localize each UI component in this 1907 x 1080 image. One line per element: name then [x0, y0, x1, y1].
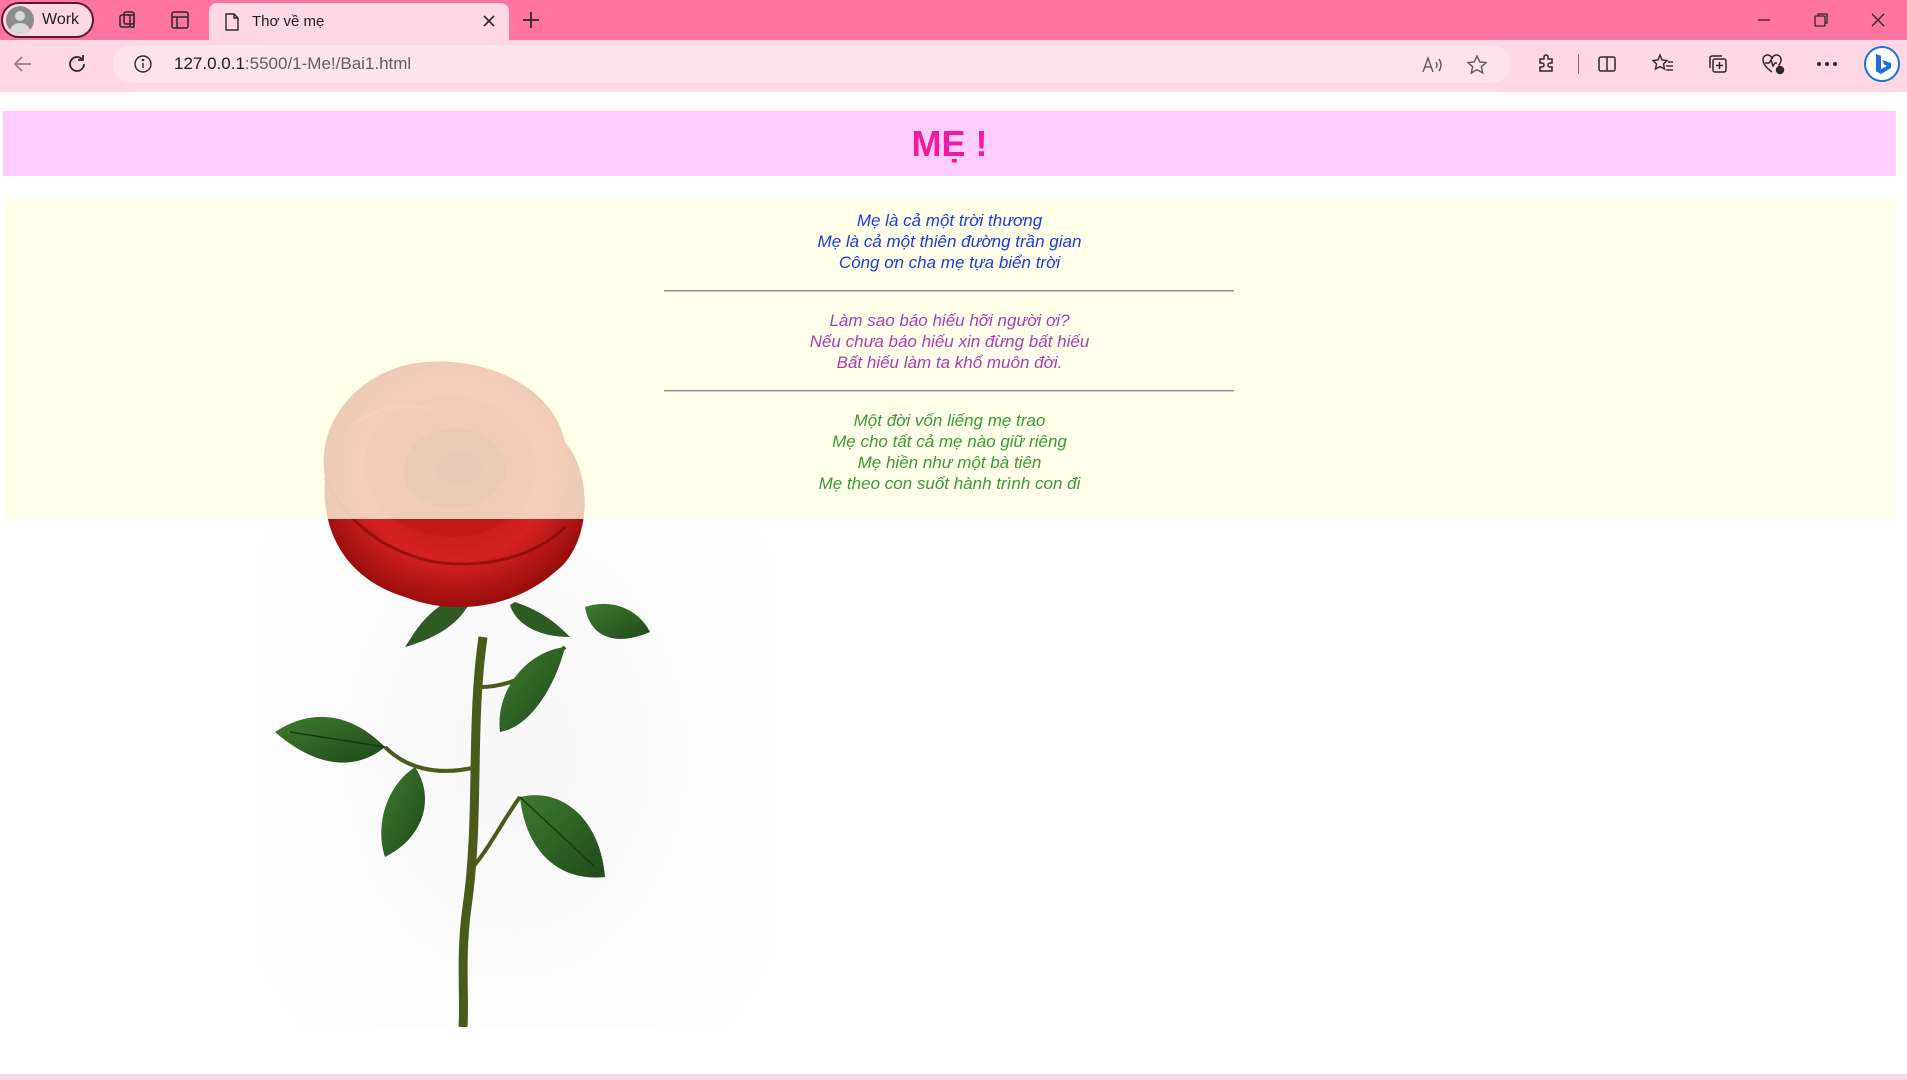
- read-aloud-icon[interactable]: [1419, 53, 1445, 77]
- workspaces-icon[interactable]: [114, 6, 142, 34]
- poem-line: Mẹ theo con suốt hành trình con đi: [818, 474, 1081, 493]
- poem-line: Mẹ hiền như một bà tiên: [857, 453, 1042, 472]
- horizontal-rule: [664, 390, 1234, 392]
- toolbar-divider: [1578, 54, 1579, 74]
- stanza-3: Một đời vốn liếng mẹ trao Mẹ cho tất cả …: [3, 410, 1896, 494]
- browser-essentials-icon[interactable]: [1759, 50, 1787, 78]
- url-host: 127.0.0.1: [174, 54, 245, 73]
- close-window-button[interactable]: [1851, 0, 1905, 40]
- poem-line: Bất hiếu làm ta khổ muôn đời.: [836, 353, 1063, 372]
- favorites-icon[interactable]: [1649, 50, 1677, 78]
- page-frame-bottom: [0, 1074, 1907, 1080]
- address-bar[interactable]: 127.0.0.1:5500/1-Me!/Bai1.html: [113, 45, 1511, 83]
- profile-avatar-icon: [6, 6, 34, 34]
- split-screen-icon[interactable]: [1593, 50, 1621, 78]
- back-button[interactable]: [7, 48, 39, 80]
- stanza-1: Mẹ là cả một trời thương Mẹ là cả một th…: [3, 210, 1896, 273]
- poem-line: Công ơn cha mẹ tựa biển trời: [838, 253, 1061, 272]
- poem-line: Làm sao báo hiếu hỡi người ơi?: [829, 311, 1070, 330]
- new-tab-button[interactable]: [516, 6, 546, 34]
- refresh-button[interactable]: [61, 48, 93, 80]
- poem-line: Mẹ là cả một trời thương: [856, 211, 1043, 230]
- more-options-icon[interactable]: [1813, 50, 1841, 78]
- page-viewport: MẸ ! Mẹ là cả một trời thương Mẹ là cả m…: [0, 92, 1907, 1074]
- stanza-2: Làm sao báo hiếu hỡi người ơi? Nếu chưa …: [3, 310, 1896, 373]
- site-info-icon[interactable]: [133, 54, 153, 74]
- restore-button[interactable]: [1794, 0, 1848, 40]
- url-text: 127.0.0.1:5500/1-Me!/Bai1.html: [174, 54, 411, 74]
- page-title: MẸ !: [911, 122, 988, 164]
- minimize-button[interactable]: [1737, 0, 1791, 40]
- tab-active[interactable]: Thơ về mẹ: [209, 3, 509, 40]
- collections-icon[interactable]: [1704, 50, 1732, 78]
- poem-line: Một đời vốn liếng mẹ trao: [853, 411, 1046, 430]
- poem-line: Nếu chưa báo hiếu xin đừng bất hiếu: [809, 332, 1090, 351]
- profile-label: Work: [42, 11, 80, 28]
- poem-container: Mẹ là cả một trời thương Mẹ là cả một th…: [3, 199, 1896, 519]
- close-tab-icon[interactable]: [479, 11, 499, 31]
- page-icon: [224, 12, 240, 31]
- browser-toolbar: 127.0.0.1:5500/1-Me!/Bai1.html: [0, 40, 1907, 88]
- poem-line: Mẹ cho tất cả mẹ nào giữ riêng: [832, 432, 1067, 451]
- horizontal-rule: [664, 290, 1234, 292]
- vertical-tabs-icon[interactable]: [166, 6, 194, 34]
- extensions-icon[interactable]: [1533, 50, 1561, 78]
- page-header: MẸ !: [3, 111, 1896, 176]
- tab-bar: Work Thơ về mẹ: [0, 0, 1907, 40]
- poem-line: Mẹ là cả một thiên đường trần gian: [817, 232, 1082, 251]
- url-path: :5500/1-Me!/Bai1.html: [244, 54, 412, 73]
- copilot-bing-icon[interactable]: [1864, 46, 1900, 82]
- tab-title: Thơ về mẹ: [252, 13, 325, 30]
- favorite-star-icon[interactable]: [1464, 53, 1490, 77]
- profile-button[interactable]: Work: [1, 2, 94, 38]
